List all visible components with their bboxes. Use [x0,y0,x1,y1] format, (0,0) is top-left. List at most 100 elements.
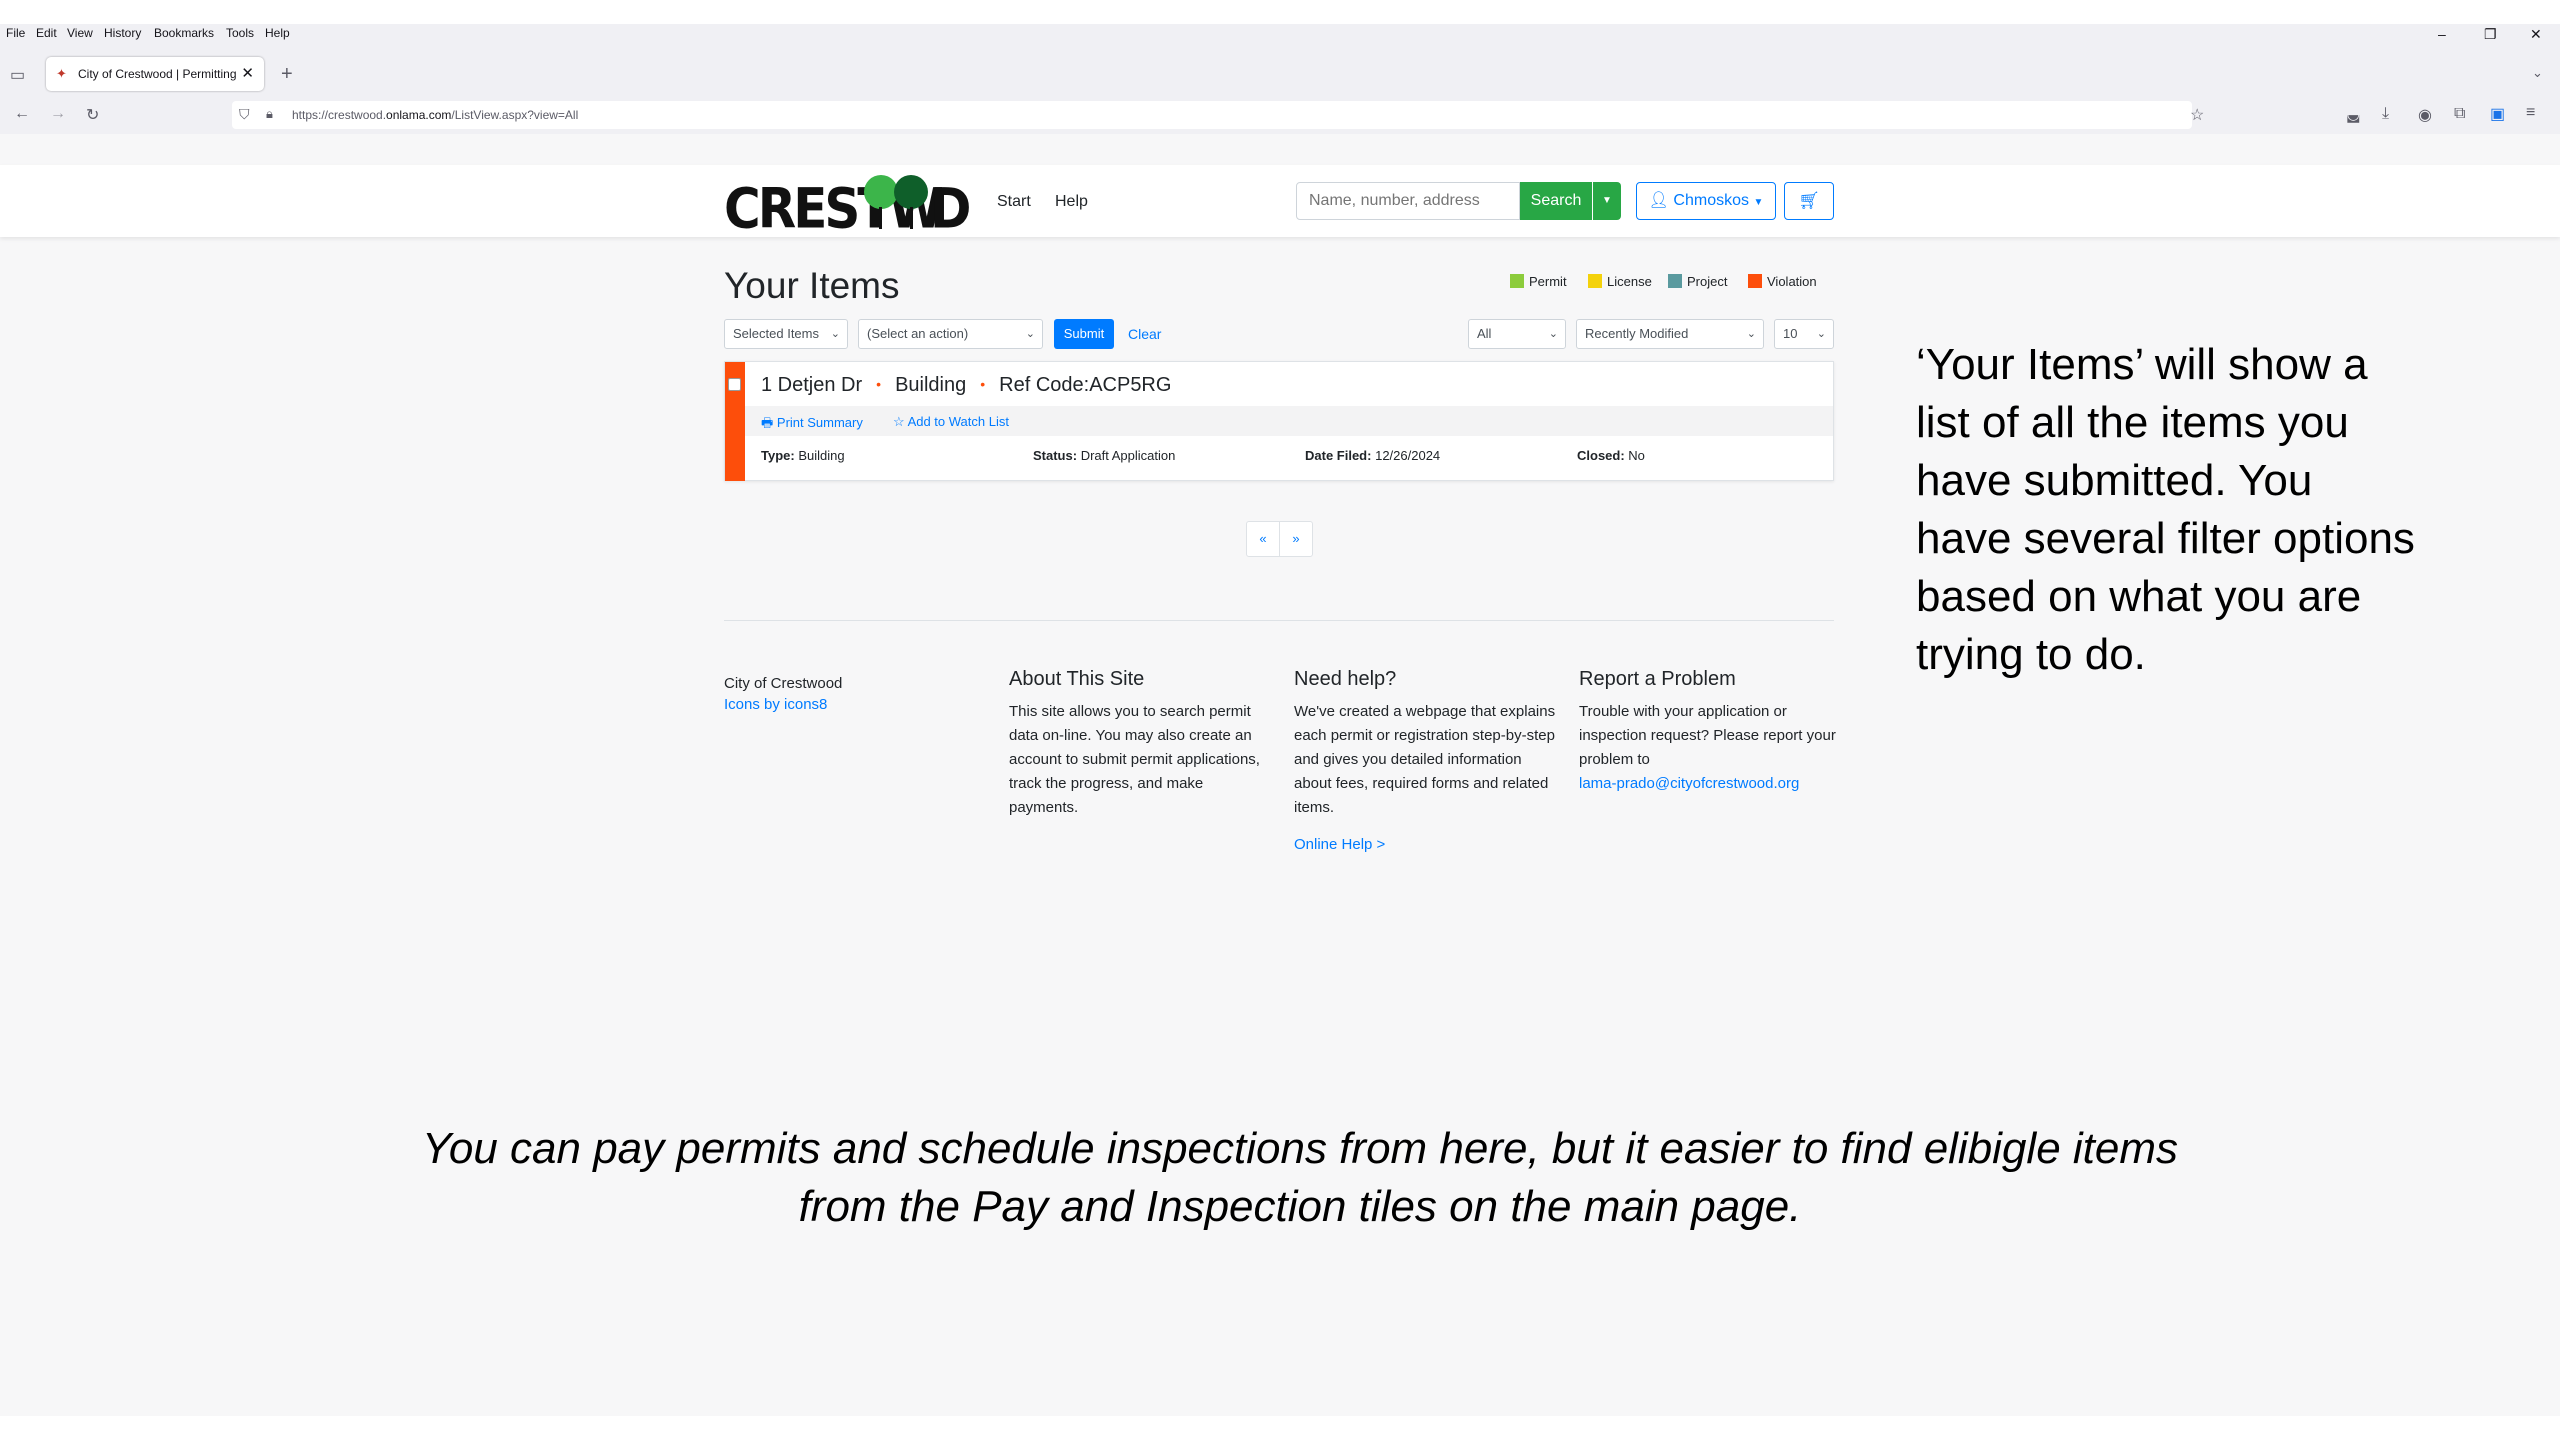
chevron-down-icon: ⌄ [1816,328,1826,340]
add-to-watch-list-link[interactable]: ☆ Add to Watch List [893,414,1009,430]
item-checkbox[interactable] [728,378,741,391]
back-icon[interactable]: ← [14,105,30,123]
about-heading: About This Site [1009,668,1145,690]
violation-color-bar [725,362,745,481]
menu-view[interactable]: View [67,26,93,40]
logo-trunk [910,207,913,229]
legend-permit: Permit [1510,274,1567,289]
nav-help[interactable]: Help [1055,193,1088,211]
tab-list-icon[interactable]: ▭ [10,65,25,85]
about-text: This site allows you to search permit da… [1009,703,1260,816]
help-text: We've created a webpage that explains ea… [1294,703,1556,816]
report-text: Trouble with your application or inspect… [1579,703,1836,768]
app-menu-icon[interactable]: ≡ [2526,104,2535,122]
reload-icon[interactable]: ↻ [86,105,99,125]
item-date-filed: Date Filed: 12/26/2024 [1305,448,1441,463]
report-email-link[interactable]: lama-prado@cityofcrestwood.org [1579,772,1849,796]
search-options-dropdown-icon[interactable]: ▼ [1593,182,1621,220]
site-header: CRESTW D Start Help Search ▼ 👤︎ Chmoskos… [0,165,2560,241]
extensions-icon[interactable]: ⧉ [2454,105,2465,123]
menu-help[interactable]: Help [265,26,290,40]
sort-select[interactable]: Recently Modified ⌄ [1576,319,1764,349]
menu-file[interactable]: File [6,26,25,40]
minimize-icon[interactable]: – [2438,26,2446,42]
chevron-down-icon: ▼ [1753,197,1764,208]
pager-previous[interactable]: « [1246,521,1280,557]
pocket-icon[interactable]: ◛ [2346,105,2361,123]
logo-text-right: D [930,177,971,241]
active-tab[interactable]: ✦ City of Crestwood | Permitting ✕ [46,57,264,91]
page-title: Your Items [724,265,900,306]
legend-violation: Violation [1748,274,1817,289]
type-filter-select[interactable]: All ⌄ [1468,319,1566,349]
annotation-pay-inspections: You can pay permits and schedule inspect… [421,1124,2179,1231]
footer-divider [724,620,1834,621]
project-swatch [1668,274,1682,288]
legend-project: Project [1668,274,1727,289]
restore-icon[interactable]: ❐ [2484,26,2497,43]
navigation-row: ← → ↻ ⛉ 🔒︎ https://crestwood.onlama.com/… [0,98,2560,134]
pager-next[interactable]: » [1279,521,1313,557]
browser-chrome: File Edit View History Bookmarks Tools H… [0,24,2560,134]
star-icon: ☆ [893,414,905,429]
close-window-icon[interactable]: ✕ [2530,26,2542,43]
page-size-select[interactable]: 10 ⌄ [1774,319,1834,349]
url-bar[interactable]: ⛉ 🔒︎ https://crestwood.onlama.com/ListVi… [232,101,2204,129]
extension-badge-icon[interactable]: ▣ [2490,104,2505,124]
account-icon[interactable]: ◉ [2418,105,2432,125]
tracking-shield-icon[interactable]: ⛉ [239,106,250,123]
item-type: Type: Building [761,448,845,463]
logo-tree-dark [894,175,928,209]
print-summary-link[interactable]: 🖶︎ Print Summary [761,414,863,436]
downloads-icon[interactable]: ⤓ [2382,105,2389,123]
crestwood-logo[interactable]: CRESTW D [724,173,971,241]
action-select[interactable]: (Select an action) ⌄ [858,319,1043,349]
clear-link[interactable]: Clear [1128,326,1161,342]
item-status: Status: Draft Application [1033,448,1176,463]
user-menu-button[interactable]: 👤︎ Chmoskos ▼ [1636,182,1776,220]
item-address: 1 Detjen Dr [761,374,863,396]
cart-button[interactable]: 🛒︎ [1784,182,1834,220]
lock-icon[interactable]: 🔒︎ [266,106,273,122]
separator-dot: • [876,376,882,392]
tab-close-icon[interactable]: ✕ [241,64,254,82]
selected-items-select[interactable]: Selected Items ⌄ [724,319,848,349]
item-heading[interactable]: 1 Detjen Dr • Building • Ref Code:ACP5RG [761,374,1171,397]
item-actions-bar: 🖶︎ Print Summary ☆ Add to Watch List [745,406,1833,436]
tab-row: ▭ ✦ City of Crestwood | Permitting ✕ + ⌄ [0,56,2560,98]
nav-start[interactable]: Start [997,193,1031,211]
report-heading: Report a Problem [1579,668,1736,690]
user-name: Chmoskos [1673,192,1749,209]
help-heading: Need help? [1294,668,1397,690]
search-input[interactable] [1296,182,1520,220]
url-text[interactable]: https://crestwood.onlama.com/ListView.as… [292,108,578,122]
search-button[interactable]: Search [1520,182,1592,220]
icons-credit-link[interactable]: Icons by icons8 [724,696,986,713]
footer-org-column: City of Crestwood Icons by icons8 [724,671,986,713]
user-icon: 👤︎ [1648,192,1669,209]
item-card: 1 Detjen Dr • Building • Ref Code:ACP5RG 🖶︎ … [724,361,1834,481]
menu-bookmarks[interactable]: Bookmarks [154,26,214,40]
forward-icon[interactable]: → [50,105,66,123]
menu-history[interactable]: History [104,26,141,40]
menu-edit[interactable]: Edit [36,26,57,40]
printer-icon: 🖶︎ [761,415,774,430]
menu-tools[interactable]: Tools [226,26,254,40]
online-help-link[interactable]: Online Help > [1294,836,1556,853]
tab-overflow-chevron-icon[interactable]: ⌄ [2532,65,2543,81]
submit-button[interactable]: Submit [1054,319,1114,349]
tab-title: City of Crestwood | Permitting [78,67,237,81]
footer-about-column: About This Site This site allows you to … [1009,668,1271,820]
permit-swatch [1510,274,1524,288]
new-tab-icon[interactable]: + [281,63,293,86]
chevron-down-icon: ⌄ [1746,328,1756,340]
legend-license: License [1588,274,1652,289]
logo-trunk [879,207,882,229]
cart-icon: 🛒︎ [1798,191,1820,210]
logo-tree-light [864,175,898,209]
chevron-down-icon: ⌄ [830,328,840,340]
chevron-down-icon: ⌄ [1025,328,1035,340]
footer-help-column: Need help? We've created a webpage that … [1294,668,1556,853]
bookmark-star-icon[interactable]: ☆ [2190,105,2204,125]
separator-dot: • [980,376,986,392]
